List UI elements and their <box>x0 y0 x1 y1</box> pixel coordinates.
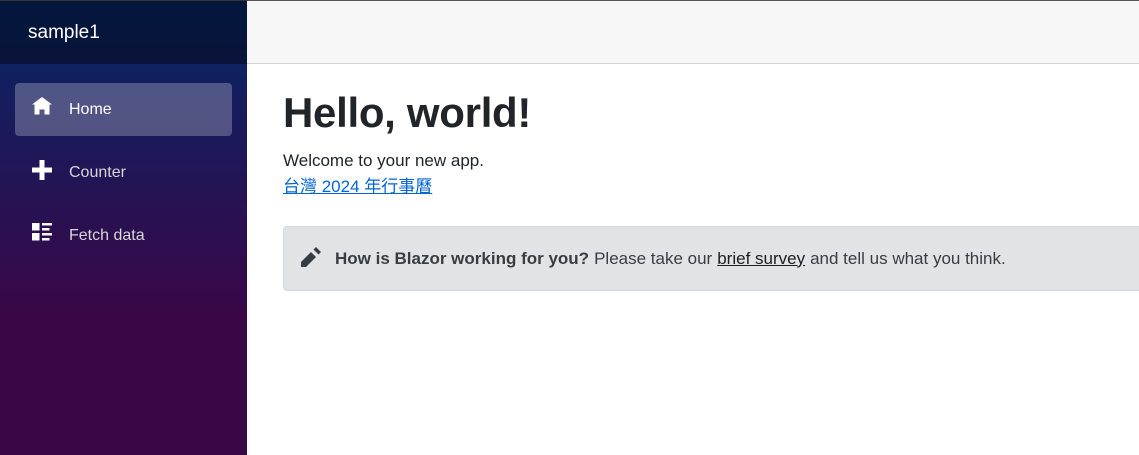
nav-label-home: Home <box>69 100 112 118</box>
survey-text-after: and tell us what you think. <box>810 248 1006 268</box>
nav-label-counter: Counter <box>69 163 126 181</box>
top-row <box>247 0 1139 64</box>
nav-label-fetch-data: Fetch data <box>69 226 145 244</box>
survey-prompt: How is Blazor working for you? <box>335 248 590 268</box>
survey-text-before: Please take our <box>594 248 713 268</box>
nav-link-home[interactable]: Home <box>15 83 232 136</box>
nav-item-counter: Counter <box>0 146 247 209</box>
brand-link[interactable]: sample1 <box>28 22 100 44</box>
sidebar: sample1 Home Counter Fetch data <box>0 0 247 455</box>
home-icon <box>32 96 52 117</box>
nav-link-counter[interactable]: Counter <box>15 146 232 199</box>
nav-item-fetch-data: Fetch data <box>0 209 247 272</box>
nav-item-home: Home <box>0 83 247 146</box>
plus-icon <box>32 159 52 180</box>
nav-link-fetch-data[interactable]: Fetch data <box>15 209 232 262</box>
survey-link[interactable]: brief survey <box>717 249 805 269</box>
page-title: Hello, world! <box>283 89 532 136</box>
survey-alert: How is Blazor working for you? Please ta… <box>283 226 1139 291</box>
calendar-link[interactable]: 台灣 2024 年行事曆 <box>283 176 432 198</box>
brand-bar: sample1 <box>0 1 247 64</box>
welcome-text: Welcome to your new app. <box>283 151 484 170</box>
nav-menu: Home Counter Fetch data <box>0 64 247 272</box>
list-rich-icon <box>32 222 52 243</box>
pencil-icon <box>301 246 321 267</box>
main-content: Hello, world! Welcome to your new app. 台… <box>283 64 1139 291</box>
